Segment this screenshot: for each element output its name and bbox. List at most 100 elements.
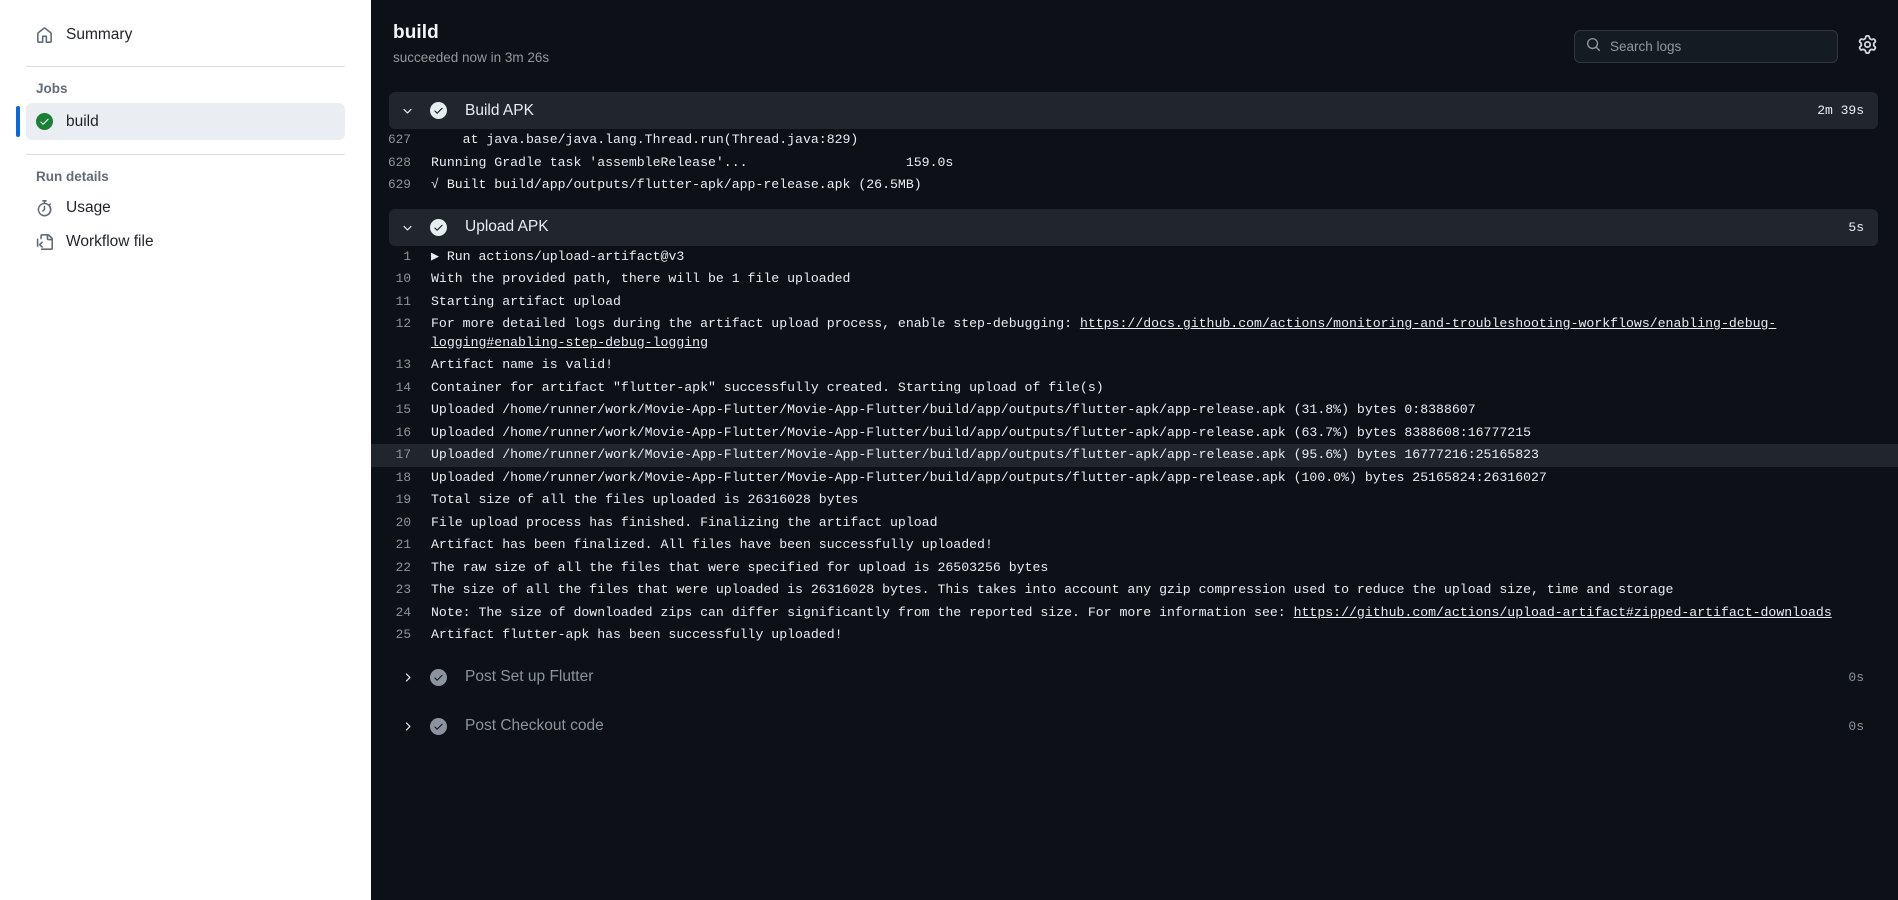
step-header-post-checkout-code[interactable]: Post Checkout code 0s: [389, 708, 1878, 745]
log-line-number: 25: [395, 627, 411, 642]
check-circle-icon: [430, 218, 447, 236]
chevron-down-icon[interactable]: [399, 102, 416, 119]
log-line: 13 Artifact name is valid!: [371, 354, 1898, 377]
log-line-text: √ Built build/app/outputs/flutter-apk/ap…: [431, 177, 922, 192]
log-line-number: 11: [395, 293, 411, 309]
step-spacer: [371, 745, 1898, 757]
log-line-text: The size of all the files that were uplo…: [431, 582, 1674, 597]
sidebar-item-label-summary: Summary: [66, 26, 133, 43]
gear-icon: [1858, 34, 1877, 59]
log-line-text: Running Gradle task 'assembleRelease'...…: [431, 154, 954, 170]
log-line: 21 Artifact has been finalized. All files…: [371, 534, 1898, 557]
log-line: 19 Total size of all the files uploaded i…: [371, 489, 1898, 512]
page-title: build: [393, 22, 439, 43]
settings-button[interactable]: [1856, 34, 1878, 59]
step-name: Upload APK: [465, 218, 549, 235]
step-spacer: [371, 696, 1898, 708]
log-line: 24 Note: The size of downloaded zips can …: [371, 602, 1898, 625]
log-line: 23 The size of all the files that were up…: [371, 579, 1898, 602]
search-logs-box[interactable]: [1574, 30, 1838, 63]
search-icon: [1586, 37, 1601, 57]
sidebar-item-usage[interactable]: Usage: [26, 191, 345, 225]
sidebar-item-summary[interactable]: Summary: [26, 18, 345, 52]
chevron-right-icon[interactable]: [399, 669, 416, 686]
log-line-link[interactable]: https://github.com/actions/upload-artifa…: [1294, 605, 1832, 620]
log-line-text: Note: The size of downloaded zips can di…: [431, 604, 1832, 620]
sidebar: Summary Jobs build Run details Usage Wor…: [0, 0, 371, 900]
log-line-text: at java.base/java.lang.Thread.run(Thread…: [431, 132, 859, 147]
file-code-icon: [36, 233, 53, 251]
check-circle-icon: [430, 717, 447, 735]
log-line-text: ▶ Run actions/upload-artifact@v3: [431, 248, 685, 264]
log-line-number: 629: [387, 177, 411, 192]
log-line-number: 19: [395, 492, 411, 507]
log-line-text: Uploaded /home/runner/work/Movie-App-Flu…: [431, 469, 1547, 485]
log-line-number: 628: [387, 154, 411, 170]
check-circle-icon: [36, 113, 53, 130]
log-line-text: Artifact name is valid!: [431, 357, 614, 372]
run-status-text: succeeded now in 3m 26s: [393, 50, 550, 65]
step-name: Post Checkout code: [465, 717, 604, 734]
log-line-number: 21: [395, 537, 411, 552]
log-line-text: Artifact flutter-apk has been successful…: [431, 627, 843, 642]
log-line: 11 Starting artifact upload: [371, 291, 1898, 314]
log-line: 15 Uploaded /home/runner/work/Movie-App-F…: [371, 399, 1898, 422]
chevron-down-icon[interactable]: [399, 219, 416, 236]
step-duration: 2m 39s: [1817, 103, 1864, 118]
log-line-text: Starting artifact upload: [431, 293, 621, 309]
log-panel: build succeeded now in 3m 26s Build APK 2…: [371, 0, 1898, 900]
log-line: 629 √ Built build/app/outputs/flutter-apk…: [371, 174, 1898, 197]
sidebar-divider-1: [26, 66, 345, 67]
log-line-text: With the provided path, there will be 1 …: [431, 271, 851, 286]
sidebar-job-label: build: [66, 112, 99, 130]
log-line: 1 ▶ Run actions/upload-artifact@v3: [371, 246, 1898, 269]
step-duration: 0s: [1848, 718, 1864, 734]
step-spacer: [371, 647, 1898, 659]
check-circle-icon: [430, 102, 447, 119]
log-line-text: Container for artifact "flutter-apk" suc…: [431, 379, 1104, 395]
log-line: 14 Container for artifact "flutter-apk" s…: [371, 377, 1898, 400]
step-name: Build APK: [465, 101, 534, 119]
step-duration: 0s: [1848, 669, 1864, 685]
log-line-text: Artifact has been finalized. All files h…: [431, 537, 993, 552]
log-line-number: 14: [395, 379, 411, 395]
log-line-text: Uploaded /home/runner/work/Movie-App-Flu…: [431, 424, 1532, 440]
step-header-post-set-up-flutter[interactable]: Post Set up Flutter 0s: [389, 659, 1878, 696]
step-name: Post Set up Flutter: [465, 668, 594, 685]
step-log-lines: 1 ▶ Run actions/upload-artifact@v3 10 With …: [371, 246, 1898, 647]
log-line-link[interactable]: https://docs.github.com/actions/monitori…: [431, 316, 1776, 350]
sidebar-item-label-workflow-file: Workflow file: [66, 233, 154, 250]
log-line-number: 20: [395, 514, 411, 530]
log-line-number: 13: [395, 357, 411, 372]
sidebar-item-job-build[interactable]: build: [16, 103, 345, 140]
sidebar-item-label-usage: Usage: [66, 199, 111, 216]
step-duration: 5s: [1848, 219, 1864, 235]
stopwatch-icon: [36, 199, 53, 217]
step-header-build-apk[interactable]: Build APK 2m 39s: [389, 92, 1878, 129]
log-line: 25 Artifact flutter-apk has been successf…: [371, 624, 1898, 647]
step-log-lines: 627 at java.base/java.lang.Thread.run(Th…: [371, 129, 1898, 197]
log-line-number: 627: [387, 132, 411, 147]
log-line-number: 22: [395, 559, 411, 575]
sidebar-group-jobs: Jobs: [36, 81, 68, 96]
sidebar-item-workflow-file[interactable]: Workflow file: [26, 225, 345, 259]
log-line-number: 16: [395, 424, 411, 440]
chevron-right-icon[interactable]: [399, 718, 416, 735]
sidebar-divider-2: [26, 154, 345, 155]
home-icon: [36, 26, 53, 44]
log-line: 22 The raw size of all the files that wer…: [371, 557, 1898, 580]
log-line-number: 12: [395, 316, 411, 331]
log-line: 18 Uploaded /home/runner/work/Movie-App-F…: [371, 467, 1898, 490]
log-line: 17 Uploaded /home/runner/work/Movie-App-F…: [371, 444, 1898, 467]
search-input[interactable]: [1610, 39, 1826, 54]
log-header-actions: [1574, 22, 1878, 63]
log-line-text: Total size of all the files uploaded is …: [431, 492, 859, 507]
log-header: build succeeded now in 3m 26s: [371, 0, 1898, 92]
step-header-upload-apk[interactable]: Upload APK 5s: [389, 208, 1878, 246]
log-line: 16 Uploaded /home/runner/work/Movie-App-F…: [371, 422, 1898, 445]
sidebar-group-run-details: Run details: [36, 169, 109, 184]
log-header-text: build succeeded now in 3m 26s: [393, 22, 1574, 65]
log-line: 627 at java.base/java.lang.Thread.run(Th…: [371, 129, 1898, 152]
log-line: 628 Running Gradle task 'assembleRelease'…: [371, 152, 1898, 175]
log-line-number: 18: [395, 469, 411, 485]
